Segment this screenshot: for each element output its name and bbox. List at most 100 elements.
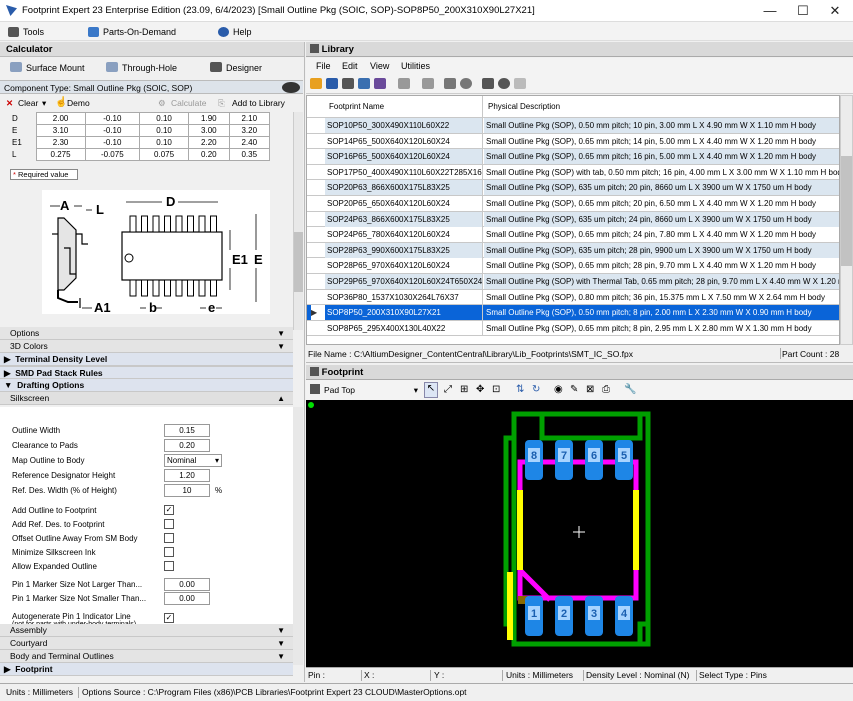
measure-icon[interactable]: ⊡	[492, 384, 500, 395]
dimension-cell[interactable]: 0.275	[35, 148, 86, 161]
allow-checkbox[interactable]	[164, 561, 174, 571]
table-row[interactable]: SOP10P50_300X490X110L60X22 Small Outline …	[307, 118, 839, 134]
tab-surface-mount[interactable]: Surface Mount	[10, 60, 85, 76]
zoom-fit-icon[interactable]: ⤢	[444, 384, 452, 395]
undo-icon[interactable]	[398, 78, 410, 89]
cancel-icon[interactable]	[460, 78, 472, 89]
library-scrollbar[interactable]	[840, 95, 853, 345]
menu-view[interactable]: View	[370, 61, 389, 71]
clear-dropdown-icon[interactable]: ▾	[42, 95, 46, 111]
minimize-button[interactable]: —	[755, 2, 785, 20]
outline-width-input[interactable]: 0.15	[164, 424, 210, 437]
settings-wrench-icon[interactable]: 🔧	[624, 384, 636, 395]
section-courtyard[interactable]: Courtyard ▼	[0, 637, 293, 650]
tab-designer[interactable]: Designer	[210, 60, 262, 76]
table-row[interactable]: SOP24P63_866X600X175L83X25 Small Outline …	[307, 211, 839, 228]
demo-button[interactable]: Demo	[67, 95, 90, 111]
table-row[interactable]: SOP36P80_1537X1030X264L76X37 Small Outlin…	[307, 289, 839, 306]
redo-icon[interactable]	[422, 78, 434, 89]
3d-view-icon[interactable]: ◉	[554, 384, 563, 395]
section-options[interactable]: Options ▼	[0, 327, 293, 340]
dimension-cell[interactable]: -0.075	[84, 148, 141, 161]
rotate-icon[interactable]: ↻	[532, 384, 540, 395]
add-to-library-button[interactable]: Add to Library	[232, 95, 285, 111]
autogen-checkbox[interactable]: ✓	[164, 613, 174, 623]
table-row[interactable]: SOP24P65_780X640X120L60X24 Small Outline …	[307, 227, 839, 243]
table-row[interactable]: SOP17P50_400X490X110L60X22T285X165 Small …	[307, 164, 839, 181]
dimension-cell[interactable]: 3.10	[35, 124, 86, 137]
maximize-button[interactable]: ☐	[788, 2, 818, 20]
preview-icon[interactable]	[444, 78, 456, 89]
close-button[interactable]: ✕	[820, 2, 850, 20]
dimension-cell[interactable]: 2.30	[35, 136, 86, 149]
table-row[interactable]: SOP28P63_990X600X175L83X25 Small Outline …	[307, 242, 839, 259]
table-row[interactable]: SOP20P63_866X600X175L83X25 Small Outline …	[307, 180, 839, 196]
section-3d-colors[interactable]: 3D Colors ▼	[0, 340, 293, 353]
section-body-outlines[interactable]: Body and Terminal Outlines ▼	[0, 650, 293, 663]
wizard-icon[interactable]	[374, 78, 386, 89]
calculate-button[interactable]: Calculate	[171, 95, 206, 111]
table-row[interactable]: ▶ SOP8P50_200X310X90L27X21 Small Outline P…	[307, 305, 839, 321]
add-ref-checkbox[interactable]	[164, 519, 174, 529]
table-row[interactable]: SOP8P65_295X400X130L40X22 Small Outline P…	[307, 320, 839, 337]
layer-select[interactable]: Pad Top ▾	[324, 383, 420, 397]
pin1-larger-input[interactable]: 0.00	[164, 578, 210, 591]
menu-tools[interactable]: Tools	[8, 25, 44, 39]
section-drafting-options[interactable]: ▼ Drafting Options	[0, 379, 293, 392]
print-icon[interactable]: ⎙	[602, 384, 610, 395]
ref-width-input[interactable]: 10	[164, 484, 210, 497]
calculator-scrollbar[interactable]	[293, 112, 303, 330]
offset-checkbox[interactable]	[164, 533, 174, 543]
grid-icon[interactable]: ⊠	[586, 384, 594, 395]
section-silkscreen[interactable]: Silkscreen ▲	[0, 392, 293, 405]
dimension-cell[interactable]: 0.10	[138, 112, 190, 125]
menu-help[interactable]: Help	[218, 25, 252, 39]
dimension-cell[interactable]: -0.10	[84, 124, 141, 137]
scrollbar-thumb[interactable]	[294, 232, 303, 292]
pan-icon[interactable]: ✥	[476, 384, 484, 395]
dimension-cell[interactable]: -0.10	[84, 136, 141, 149]
view-icon[interactable]	[498, 78, 510, 89]
table-row[interactable]: SOP20P65_650X640X120L60X24 Small Outline …	[307, 196, 839, 212]
add-outline-checkbox[interactable]: ✓	[164, 505, 174, 515]
dimension-cell[interactable]: 0.075	[138, 148, 190, 161]
zoom-window-icon[interactable]: ⊞	[460, 384, 468, 395]
library-scrollbar-thumb[interactable]	[841, 156, 852, 266]
footprint-canvas[interactable]: 1 2 3 4 5 6 7 8	[306, 400, 853, 667]
table-row[interactable]: SOP29P65_970X640X120L60X24T650X240 Small …	[307, 274, 839, 290]
table-row[interactable]: SOP28P65_970X640X120L60X24 Small Outline …	[307, 258, 839, 274]
section-footprint[interactable]: ▶ Footprint	[0, 663, 293, 676]
dimension-cell[interactable]: 0.10	[138, 136, 190, 149]
section-terminal-density[interactable]: ▶ Terminal Density Level	[0, 353, 293, 366]
column-footprint-name[interactable]: Footprint Name	[325, 96, 483, 118]
flip-icon[interactable]: ⇅	[516, 384, 524, 395]
select-cursor-icon[interactable]: ↖	[424, 382, 438, 398]
edit-pad-icon[interactable]: ✎	[570, 384, 578, 395]
filter-icon[interactable]	[482, 78, 494, 89]
table-row[interactable]: SOP14P65_500X640X120L60X24 Small Outline …	[307, 133, 839, 150]
options-scrollbar[interactable]	[293, 407, 303, 665]
dimension-cell[interactable]: 0.10	[138, 124, 190, 137]
menu-parts-on-demand[interactable]: Parts-On-Demand	[88, 25, 176, 39]
pin1-smaller-input[interactable]: 0.00	[164, 592, 210, 605]
ref-height-input[interactable]: 1.20	[164, 469, 210, 482]
open-icon[interactable]	[310, 78, 322, 89]
menu-file[interactable]: File	[316, 61, 331, 71]
eye-icon[interactable]	[282, 82, 300, 93]
compare-icon[interactable]	[358, 78, 370, 89]
clear-button[interactable]: Clear	[18, 95, 38, 111]
menu-edit[interactable]: Edit	[342, 61, 358, 71]
pin-icon[interactable]	[342, 78, 354, 89]
column-physical-description[interactable]: Physical Description	[484, 96, 839, 118]
tab-through-hole[interactable]: Through-Hole	[106, 60, 177, 76]
dimension-cell[interactable]: 2.00	[35, 112, 86, 125]
clearance-input[interactable]: 0.20	[164, 439, 210, 452]
table-row[interactable]: SOP16P65_500X640X120L60X24 Small Outline …	[307, 149, 839, 165]
minimize-checkbox[interactable]	[164, 547, 174, 557]
section-assembly[interactable]: Assembly ▼	[0, 624, 293, 637]
dimension-cell[interactable]: -0.10	[84, 112, 141, 125]
save-icon[interactable]	[326, 78, 338, 89]
section-smd-pad-stack[interactable]: ▶ SMD Pad Stack Rules	[0, 366, 293, 379]
map-outline-select[interactable]: Nominal ▾	[164, 454, 222, 467]
menu-utilities[interactable]: Utilities	[401, 61, 430, 71]
